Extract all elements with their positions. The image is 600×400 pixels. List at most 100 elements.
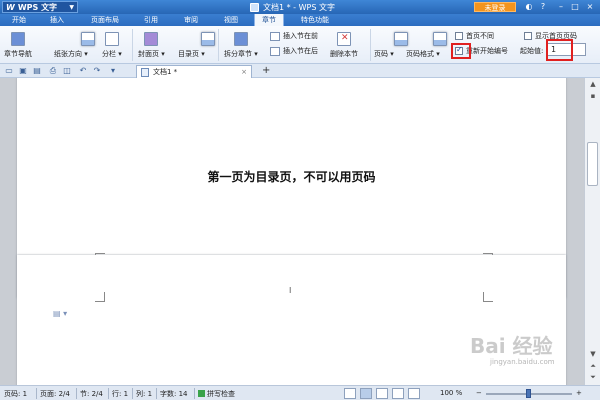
undo-icon[interactable]: ↶: [78, 66, 88, 76]
document-tab-bar: ▭ ▣ ▤ ⎙ ◫ ↶ ↷ ▾ 文档1 * × +: [0, 64, 600, 78]
document-icon: [141, 67, 149, 77]
next-page-icon[interactable]: ⏷: [587, 373, 599, 383]
checkbox[interactable]: [455, 32, 463, 40]
toc-page-button[interactable]: 目录页 ▾: [178, 29, 216, 59]
page-number-format-button[interactable]: 页码格式 ▾: [406, 29, 447, 59]
zoom-level[interactable]: 100 %: [440, 389, 462, 397]
chapter-nav-label: 章节导航: [4, 50, 32, 58]
tab-view[interactable]: 视图: [216, 14, 246, 26]
divider: [370, 29, 371, 61]
status-column: 列: 1: [136, 390, 153, 398]
divider: [36, 388, 37, 399]
insert-section-icon: [270, 46, 280, 56]
status-line: 行: 1: [112, 390, 129, 398]
split-chapter-button[interactable]: 拆分章节 ▾: [224, 29, 258, 59]
tab-page-layout[interactable]: 页面布局: [84, 14, 126, 26]
customize-icon[interactable]: ▾: [108, 66, 118, 76]
margin-mark: [483, 292, 493, 302]
page-2[interactable]: I ▤ ▾: [17, 255, 566, 385]
tab-review[interactable]: 审阅: [176, 14, 206, 26]
first-page-different-checkbox[interactable]: 首页不同: [455, 31, 494, 41]
toc-page-icon: [201, 32, 216, 46]
ribbon: 章节导航 纸张方向 ▾ 分栏 ▾ ▫ 封面页 ▾ 目录页 ▾ 拆分章节 ▾ 插入…: [0, 26, 600, 90]
minimize-icon[interactable]: –: [556, 2, 566, 12]
status-page: 页面: 2/4: [40, 390, 70, 398]
divider: [132, 388, 133, 399]
page-number-button[interactable]: 页码 ▾: [374, 29, 408, 59]
status-section: 节: 2/4: [80, 390, 103, 398]
scroll-options-icon[interactable]: ▪: [587, 92, 599, 102]
chapter-nav-icon: [11, 32, 25, 46]
cover-page-button[interactable]: 封面页 ▾: [138, 29, 165, 59]
columns-label: 分栏 ▾: [102, 50, 122, 58]
tab-start[interactable]: 开始: [4, 14, 34, 26]
title-bar: W WPS 文字 ▼ 文档1 * - WPS 文字 未登录 ◐ ? – □ ×: [0, 0, 600, 14]
delete-section-button[interactable]: 删除本节: [330, 29, 358, 59]
scrollbar-thumb[interactable]: [587, 142, 598, 186]
zoom-slider-handle[interactable]: [526, 389, 531, 398]
tab-chapter[interactable]: 章节: [254, 14, 284, 26]
chevron-down-icon: ▼: [69, 3, 74, 11]
page-number-label: 页码 ▾: [374, 50, 394, 58]
tab-insert[interactable]: 插入: [42, 14, 72, 26]
menu-tabs: 开始 插入 页面布局 引用 审阅 视图 章节 特色功能: [0, 14, 600, 26]
maximize-icon[interactable]: □: [570, 2, 580, 12]
zoom-out-icon[interactable]: −: [476, 389, 482, 397]
redo-icon[interactable]: ↷: [92, 66, 102, 76]
scroll-up-icon[interactable]: ▲: [587, 80, 599, 90]
save-icon[interactable]: ▣: [18, 66, 28, 76]
highlight-box-checkbox: [451, 43, 471, 59]
help-icon[interactable]: ?: [538, 2, 548, 12]
checkbox[interactable]: [524, 32, 532, 40]
tab-special-features[interactable]: 特色功能: [294, 14, 336, 26]
window-title: 文档1 * - WPS 文字: [250, 2, 335, 13]
spell-check-button[interactable]: 拼写检查: [198, 389, 235, 399]
status-word-count[interactable]: 字数: 14: [160, 389, 188, 399]
print-preview-icon[interactable]: ◫: [62, 66, 72, 76]
highlight-box-start-value: [546, 39, 573, 61]
close-tab-icon[interactable]: ×: [241, 68, 247, 76]
divider: [108, 388, 109, 399]
skin-icon[interactable]: ◐: [524, 2, 534, 12]
window-title-text: 文档1 * - WPS 文字: [263, 3, 335, 12]
columns-button[interactable]: 分栏 ▾: [102, 29, 122, 59]
start-value-label: 起始值:: [520, 46, 543, 56]
insert-before-button[interactable]: 插入节在前: [270, 31, 318, 41]
open-icon[interactable]: ▭: [4, 66, 14, 76]
text-cursor: I: [289, 286, 292, 295]
paper-orientation-label: 纸张方向 ▾: [54, 50, 88, 58]
page-number-format-label: 页码格式 ▾: [406, 50, 440, 58]
divider: [156, 388, 157, 399]
full-screen-view-icon[interactable]: [344, 388, 356, 399]
insert-after-button[interactable]: 插入节在后: [270, 46, 318, 56]
columns-icon: [104, 32, 119, 46]
paste-options-icon[interactable]: ▤ ▾: [53, 309, 67, 318]
document-tab[interactable]: 文档1 * ×: [136, 65, 252, 78]
web-view-icon[interactable]: [392, 388, 404, 399]
spell-check-label: 拼写检查: [207, 390, 235, 398]
delete-icon: [337, 32, 351, 46]
close-icon[interactable]: ×: [585, 2, 595, 12]
vertical-scrollbar[interactable]: ▲ ▪ ▼ ⏶ ⏷: [584, 78, 600, 385]
print-icon[interactable]: ⎙: [48, 66, 58, 76]
previous-page-icon[interactable]: ⏶: [587, 362, 599, 372]
page-heading: 第一页为目录页，不可以用页码: [207, 170, 376, 184]
save-as-icon[interactable]: ▤: [32, 66, 42, 76]
paper-orientation-icon: [80, 32, 95, 46]
delete-section-label: 删除本节: [330, 50, 358, 58]
reading-view-icon[interactable]: [408, 388, 420, 399]
page-view-icon[interactable]: [360, 388, 372, 399]
divider: [194, 388, 195, 399]
new-tab-button[interactable]: +: [262, 65, 270, 76]
page-number-format-icon: [432, 32, 447, 46]
tab-references[interactable]: 引用: [136, 14, 166, 26]
outline-view-icon[interactable]: [376, 388, 388, 399]
divider: [132, 29, 133, 61]
start-value-label-text: 起始值:: [520, 47, 544, 55]
zoom-in-icon[interactable]: +: [576, 389, 582, 397]
app-menu-button[interactable]: W WPS 文字 ▼: [2, 1, 78, 13]
login-button[interactable]: 未登录: [474, 2, 516, 12]
paper-orientation-button[interactable]: 纸张方向 ▾: [54, 29, 95, 59]
chapter-nav-button[interactable]: 章节导航: [4, 29, 32, 59]
scroll-down-icon[interactable]: ▼: [587, 350, 599, 360]
